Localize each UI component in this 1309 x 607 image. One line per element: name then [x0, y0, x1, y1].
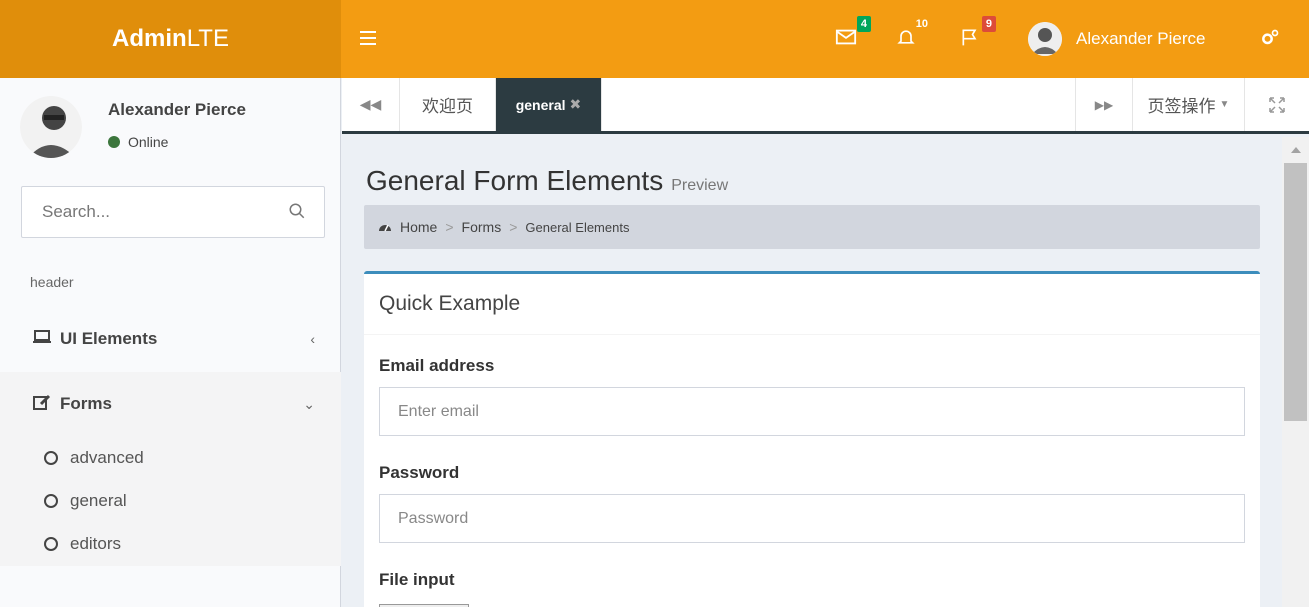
status-label: Online — [128, 134, 169, 150]
page-title: General Form Elements Preview — [366, 165, 729, 196]
tasks-button[interactable]: 9 — [960, 16, 996, 52]
online-dot-icon — [108, 136, 120, 148]
tab-general[interactable]: general ✖ — [496, 78, 602, 131]
dashboard-icon — [378, 219, 392, 235]
submenu-item-editors[interactable]: editors — [44, 534, 121, 554]
sidebar-item-label: UI Elements — [60, 329, 158, 348]
circle-icon — [44, 494, 58, 508]
sidebar-item-ui-elements[interactable]: UI Elements ‹ — [0, 307, 341, 371]
sidebar-user-name: Alexander Pierce — [108, 100, 246, 119]
password-field-wrap — [379, 494, 1245, 543]
submenu-label: editors — [70, 534, 122, 553]
caret-down-icon: ▼ — [1219, 99, 1230, 110]
user-menu[interactable]: Alexander Pierce — [1028, 22, 1205, 56]
forms-submenu: advanced general editors — [0, 434, 341, 566]
tab-actions-dropdown[interactable]: 页签操作 ▼ — [1133, 78, 1245, 131]
breadcrumb-forms[interactable]: Forms — [462, 219, 502, 235]
scroll-tabs-right-button[interactable]: ▶▶ — [1075, 78, 1133, 131]
sidebar-search — [21, 186, 325, 238]
notifications-badge: 10 — [911, 16, 932, 32]
box-title: Quick Example — [379, 292, 521, 315]
main-header: AdminLTE 4 10 9 Alexander Pierce — [0, 0, 1309, 78]
chevron-down-icon: ⌄ — [303, 395, 315, 412]
tab-label: general — [515, 96, 566, 113]
submenu-item-general[interactable]: general — [44, 491, 127, 511]
sidebar-item-label: Forms — [60, 394, 112, 413]
email-label: Email address — [379, 356, 495, 375]
file-input-label: File input — [379, 570, 455, 589]
status-badge: Online — [108, 134, 168, 150]
double-right-icon: ▶▶ — [1094, 97, 1114, 112]
sidebar-item-forms[interactable]: Forms ⌄ — [0, 372, 341, 436]
scroll-thumb[interactable] — [1284, 163, 1307, 421]
content-scrollbar[interactable] — [1282, 137, 1309, 607]
tab-label: 欢迎页 — [422, 97, 473, 116]
double-left-icon: ◀◀ — [359, 96, 382, 112]
submenu-label: advanced — [70, 448, 144, 467]
brand-logo[interactable]: AdminLTE — [0, 0, 341, 78]
password-label: Password — [379, 463, 460, 482]
expand-icon — [1269, 96, 1285, 113]
user-panel: Alexander Pierce Online — [0, 78, 341, 173]
messages-badge: 4 — [856, 16, 871, 32]
brand-light: LTE — [186, 25, 229, 52]
fullscreen-button[interactable] — [1245, 78, 1309, 131]
user-menu-name: Alexander Pierce — [1076, 29, 1206, 48]
breadcrumb: Home > Forms > General Elements — [364, 205, 1260, 249]
content-area: General Form Elements Preview Home > Form… — [342, 137, 1282, 607]
scroll-tabs-left-button[interactable]: ◀◀ — [342, 78, 400, 131]
flag-icon — [962, 29, 977, 46]
search-input[interactable] — [22, 187, 262, 237]
circle-icon — [44, 537, 58, 551]
close-icon[interactable]: ✖ — [570, 96, 582, 113]
sidebar-toggle-icon[interactable] — [360, 27, 378, 49]
envelope-icon — [835, 29, 857, 45]
dropdown-label: 页签操作 — [1147, 97, 1216, 116]
laptop-icon — [32, 329, 52, 349]
submenu-item-advanced[interactable]: advanced — [44, 448, 144, 468]
search-icon[interactable] — [288, 202, 306, 220]
tasks-badge: 9 — [981, 16, 996, 32]
edit-icon — [32, 394, 52, 415]
sidebar: Alexander Pierce Online header UI Elemen… — [0, 78, 341, 607]
page-subtitle: Preview — [671, 177, 729, 194]
breadcrumb-current: General Elements — [525, 219, 630, 235]
brand-bold: Admin — [112, 25, 187, 52]
tabs-bar: ◀◀ 欢迎页 general ✖ ▶▶ 页签操作 ▼ — [342, 78, 1309, 134]
messages-button[interactable]: 4 — [835, 16, 871, 52]
notifications-button[interactable]: 10 — [896, 16, 932, 52]
sidebar-section-header: header — [30, 274, 74, 290]
avatar — [1028, 22, 1062, 56]
chevron-left-icon: ‹ — [310, 331, 315, 347]
gears-icon[interactable] — [1260, 28, 1280, 53]
email-field[interactable] — [380, 388, 1244, 435]
quick-example-box: Quick Example Email address Password Fil… — [364, 271, 1260, 607]
circle-icon — [44, 451, 58, 465]
password-field[interactable] — [380, 495, 1244, 542]
avatar — [20, 96, 82, 158]
breadcrumb-home[interactable]: Home — [400, 219, 437, 235]
submenu-label: general — [70, 491, 127, 510]
scroll-up-arrow-icon[interactable] — [1291, 147, 1301, 153]
email-field-wrap — [379, 387, 1245, 436]
tab-welcome[interactable]: 欢迎页 — [400, 78, 496, 131]
